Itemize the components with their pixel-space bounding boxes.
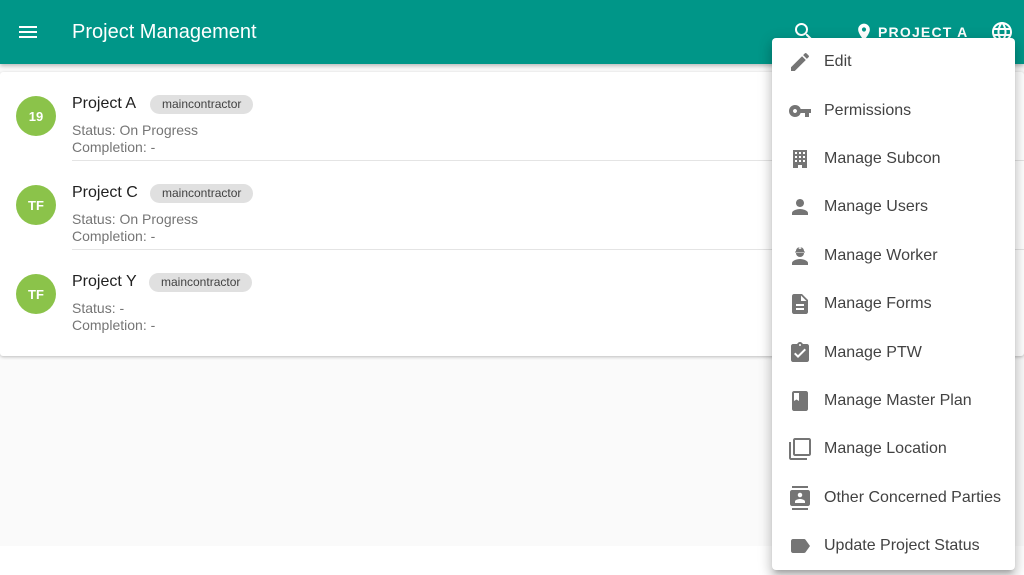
menu-item-label: Manage Location bbox=[824, 440, 947, 458]
page: Project Management PROJECT A 19 Project … bbox=[0, 0, 1024, 575]
key-icon bbox=[789, 104, 811, 117]
avatar: TF bbox=[16, 185, 56, 225]
engineer-icon bbox=[792, 246, 808, 265]
book-icon bbox=[792, 390, 808, 411]
menu-item-manage-subcon[interactable]: Manage Subcon bbox=[772, 135, 1015, 183]
document-icon bbox=[792, 294, 808, 315]
project-name: Project Y bbox=[72, 273, 137, 290]
menu-item-label: Manage Forms bbox=[824, 295, 932, 313]
app-title: Project Management bbox=[72, 21, 257, 43]
project-name: Project A bbox=[72, 95, 137, 112]
pencil-icon bbox=[791, 53, 810, 72]
role-chip: maincontractor bbox=[150, 184, 254, 203]
project-actions-menu: Edit Permissions Manage Subcon Manage Us… bbox=[772, 38, 1015, 570]
project-completion: Completion: - bbox=[72, 139, 156, 155]
menu-item-manage-worker[interactable]: Manage Worker bbox=[772, 232, 1015, 280]
menu-item-label: Manage Worker bbox=[824, 246, 938, 264]
menu-item-permissions[interactable]: Permissions bbox=[772, 86, 1015, 134]
project-name: Project C bbox=[72, 184, 138, 201]
menu-item-update-project-status[interactable]: Update Project Status bbox=[772, 522, 1015, 570]
menu-item-manage-ptw[interactable]: Manage PTW bbox=[772, 328, 1015, 376]
project-status: Status: On Progress bbox=[72, 211, 199, 227]
menu-item-label: Manage Master Plan bbox=[824, 391, 972, 409]
menu-item-manage-master-plan[interactable]: Manage Master Plan bbox=[772, 377, 1015, 425]
project-completion: Completion: - bbox=[72, 317, 156, 333]
building-icon bbox=[793, 149, 807, 168]
avatar: TF bbox=[16, 274, 56, 314]
layers-icon bbox=[789, 438, 811, 461]
hamburger-menu-button[interactable] bbox=[16, 20, 40, 44]
menu-item-manage-location[interactable]: Manage Location bbox=[772, 425, 1015, 473]
menu-item-label: Manage PTW bbox=[824, 343, 922, 361]
clipboard-check-icon bbox=[791, 341, 809, 362]
menu-item-manage-users[interactable]: Manage Users bbox=[772, 183, 1015, 231]
hamburger-menu-icon bbox=[19, 26, 37, 38]
menu-item-label: Update Project Status bbox=[824, 537, 980, 555]
role-chip: maincontractor bbox=[150, 95, 254, 114]
project-status: Status: On Progress bbox=[72, 122, 199, 138]
avatar: 19 bbox=[16, 96, 56, 136]
menu-item-label: Other Concerned Parties bbox=[824, 488, 1001, 506]
menu-item-other-concerned-parties[interactable]: Other Concerned Parties bbox=[772, 474, 1015, 522]
role-chip: maincontractor bbox=[149, 273, 253, 292]
project-status: Status: - bbox=[72, 300, 125, 316]
label-tag-icon bbox=[791, 539, 810, 554]
menu-item-label: Manage Users bbox=[824, 198, 929, 216]
menu-item-edit[interactable]: Edit bbox=[772, 38, 1015, 86]
menu-item-label: Manage Subcon bbox=[824, 149, 941, 167]
menu-item-label: Permissions bbox=[824, 101, 912, 119]
menu-item-label: Edit bbox=[824, 53, 852, 71]
project-completion: Completion: - bbox=[72, 228, 156, 244]
person-icon bbox=[792, 199, 808, 216]
contacts-icon bbox=[790, 485, 810, 510]
menu-item-manage-forms[interactable]: Manage Forms bbox=[772, 280, 1015, 328]
